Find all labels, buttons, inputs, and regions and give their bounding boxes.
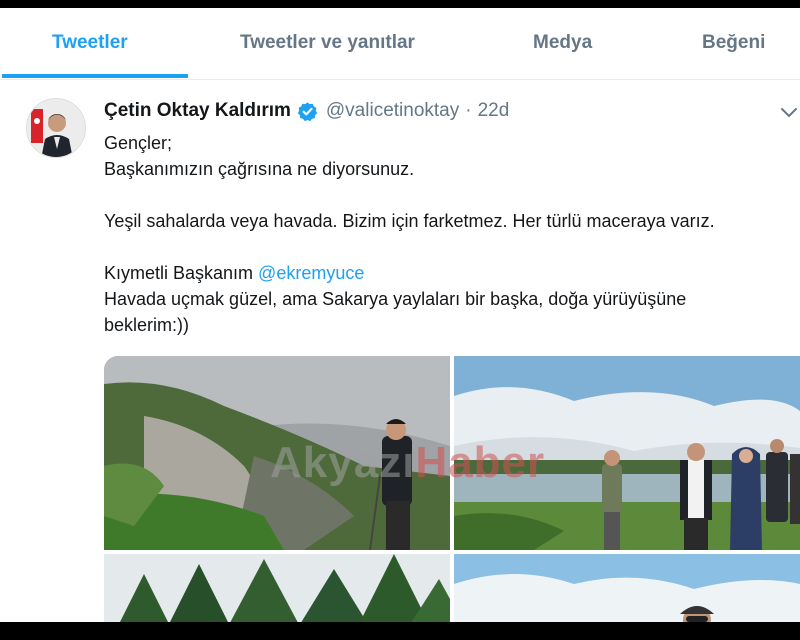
profile-tabs: Tweetler Tweetler ve yanıtlar Medya Beğe… [0,8,800,80]
header-separator: · [465,100,472,121]
tab-begeni[interactable]: Beğeni [702,32,765,54]
tweet-line-6: beklerim:)) [104,315,190,335]
avatar[interactable] [26,98,86,158]
media-photo-4[interactable] [454,554,800,622]
media-photo-2[interactable] [454,356,800,550]
verified-badge-icon [297,101,318,122]
media-photo-3[interactable] [104,554,450,622]
tweet-media-grid [104,356,800,622]
media-photo-1[interactable] [104,356,450,550]
tweet-line-4: Kıymetli Başkanım @ekremyuce [104,260,794,286]
author-name[interactable]: Çetin Oktay Kaldırım [104,100,291,122]
tweet[interactable]: Çetin Oktay Kaldırım @valicetinoktay · 2… [0,80,800,622]
avatar-photo [27,99,85,157]
author-handle[interactable]: @valicetinoktay [326,100,459,122]
tweet-timestamp[interactable]: 22d [478,100,510,122]
app-frame: Tweetler Tweetler ve yanıtlar Medya Beğe… [0,8,800,622]
tweet-line-3: Yeşil sahalarda veya havada. Bizim için … [104,211,715,231]
mention-link[interactable]: @ekremyuce [258,263,364,283]
tweet-line-5: Havada uçmak güzel, ama Sakarya yaylalar… [104,289,687,309]
tweet-line-2: Başkanımızın çağrısına ne diyorsunuz. [104,159,415,179]
tweet-header: Çetin Oktay Kaldırım @valicetinoktay · 2… [104,98,509,124]
active-tab-indicator [2,74,188,78]
tweet-text: Gençler; Başkanımızın çağrısına ne diyor… [104,130,794,338]
tweet-line-1: Gençler; [104,133,173,153]
tab-tweetler-ve-yanitlar[interactable]: Tweetler ve yanıtlar [240,32,415,54]
tab-medya[interactable]: Medya [533,32,592,54]
tab-tweetler[interactable]: Tweetler [52,32,128,54]
chevron-down-icon[interactable] [780,106,798,118]
tweet-line-4-text: Kıymetli Başkanım [104,263,259,283]
